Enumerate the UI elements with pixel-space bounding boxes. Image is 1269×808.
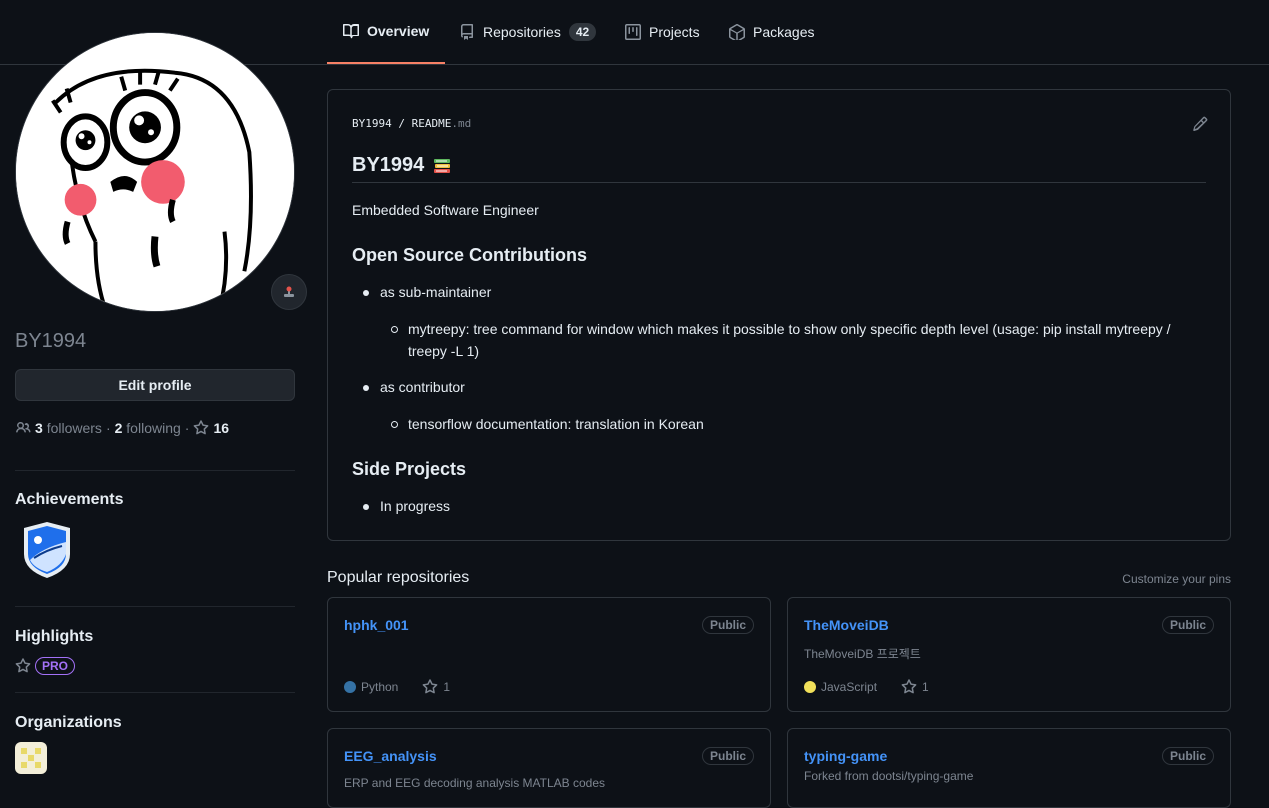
tab-packages-label: Packages [753, 24, 815, 40]
repo-name-link[interactable]: EEG_analysis [344, 748, 437, 764]
visibility-badge: Public [701, 747, 754, 765]
readme-tagline: Embedded Software Engineer [352, 202, 539, 218]
language-color-dot [344, 681, 356, 693]
readme-title: BY1994 [352, 154, 452, 177]
organization-identicon [21, 748, 41, 768]
readme-title-rule [352, 182, 1206, 183]
pro-badge[interactable]: PRO [35, 657, 76, 675]
repo-card: hphk_001 Public Python 1 [327, 597, 771, 712]
visibility-badge: Public [701, 616, 754, 634]
avatar[interactable] [15, 32, 295, 312]
repositories-count-badge: 42 [568, 23, 597, 41]
avatar-container [15, 32, 307, 312]
organizations-heading: Organizations [15, 714, 122, 731]
sublist-item-line1: mytreepy: tree command for window which … [408, 321, 1171, 337]
readme-owner[interactable]: BY1994 [352, 117, 392, 130]
repo-icon [461, 24, 473, 40]
list-bullet [363, 290, 369, 296]
followers-count: 3 [35, 420, 43, 436]
star-icon [15, 658, 31, 673]
achievement-badge[interactable] [22, 520, 72, 580]
repo-name-link[interactable]: TheMoveiDB [804, 617, 889, 633]
tab-repositories[interactable]: Repositories 42 [443, 0, 612, 64]
repo-language: JavaScript [821, 680, 878, 694]
dot-separator: · [105, 420, 111, 436]
following-label: following [126, 420, 181, 436]
tab-overview[interactable]: Overview [327, 0, 446, 64]
tab-projects[interactable]: Projects [609, 0, 716, 64]
repo-name-link[interactable]: typing-game [804, 748, 887, 764]
readme-file[interactable]: README [412, 117, 452, 130]
repo-description: ERP and EEG decoding analysis MATLAB cod… [344, 776, 606, 790]
readme-ext: .md [451, 117, 472, 130]
stars-count: 16 [213, 420, 230, 436]
star-icon [194, 420, 209, 435]
highlights-heading: Highlights [15, 628, 94, 645]
readme-box: BY1994 / README.md BY1994 Embedded Softw… [327, 89, 1231, 541]
people-icon [16, 422, 31, 433]
package-icon [729, 24, 745, 40]
visibility-badge: Public [1161, 616, 1214, 634]
set-status-button[interactable] [271, 274, 307, 310]
following-link[interactable]: 2 following [115, 420, 181, 436]
following-count: 2 [114, 420, 123, 436]
readme-path-separator: / [398, 117, 405, 130]
avatar-illustration [16, 33, 294, 311]
readme-title-text: BY1994 [352, 154, 425, 176]
edit-profile-button[interactable]: Edit profile [15, 369, 295, 401]
followers-label: followers [46, 420, 102, 436]
popular-repositories-heading: Popular repositories [327, 569, 470, 586]
sublist-item: tensorflow documentation: translation in… [408, 416, 704, 432]
follow-stats: 3 followers · 2 following · 16 [15, 420, 229, 436]
readme-section-heading: Open Source Contributions [352, 245, 588, 265]
stars-link[interactable]: 16 [193, 420, 229, 436]
tab-projects-label: Projects [649, 24, 700, 40]
sublist-bullet [391, 326, 398, 333]
project-icon [625, 24, 641, 40]
star-icon[interactable] [422, 679, 438, 695]
achievement-shield-icon [24, 522, 70, 578]
tab-packages[interactable]: Packages [713, 0, 830, 64]
organization-avatar[interactable] [15, 742, 47, 774]
list-item: In progress [380, 498, 451, 514]
list-item: as sub-maintainer [380, 284, 492, 300]
repo-meta: Python 1 [344, 679, 450, 695]
repo-card: EEG_analysis Public ERP and EEG decoding… [327, 728, 771, 808]
readme-section-heading: Side Projects [352, 459, 467, 479]
profile-username: BY1994 [15, 330, 87, 352]
list-item: as contributor [380, 379, 465, 395]
repo-language: Python [361, 680, 399, 694]
customize-pins-link[interactable]: Customize your pins [1122, 572, 1231, 586]
star-icon[interactable] [901, 679, 917, 695]
visibility-badge: Public [1161, 747, 1214, 765]
sidebar-divider [15, 692, 295, 693]
repo-stars[interactable]: 1 [443, 680, 450, 694]
repo-description: TheMoveiDB 프로젝트 [804, 647, 921, 661]
tab-overview-label: Overview [367, 23, 430, 39]
pencil-icon[interactable] [1192, 116, 1208, 132]
sublist-bullet [391, 421, 398, 428]
books-icon [434, 158, 451, 173]
language-color-dot [804, 681, 816, 693]
repo-card: typing-game Public Forked from dootsi/ty… [787, 728, 1231, 808]
repo-name-link[interactable]: hphk_001 [344, 617, 409, 633]
tab-repositories-label: Repositories [483, 24, 561, 40]
repo-card: TheMoveiDB Public TheMoveiDB 프로젝트 JavaSc… [787, 597, 1231, 712]
list-bullet [363, 504, 369, 510]
repo-description: Forked from dootsi/typing-game [804, 769, 974, 783]
sidebar-divider [15, 606, 295, 607]
dot-separator: · [184, 420, 190, 436]
repo-stars[interactable]: 1 [922, 680, 929, 694]
joystick-icon [284, 286, 294, 297]
pro-highlight: PRO [15, 657, 76, 675]
sublist-item-line2: treepy -L 1) [408, 343, 480, 359]
readme-path: BY1994 / README.md [352, 117, 471, 130]
list-bullet [363, 385, 369, 391]
followers-link[interactable]: 3 followers [35, 420, 102, 436]
book-icon [343, 23, 359, 39]
sidebar-divider [15, 470, 295, 471]
repo-meta: JavaScript 1 [804, 679, 929, 695]
achievements-heading: Achievements [15, 491, 124, 508]
